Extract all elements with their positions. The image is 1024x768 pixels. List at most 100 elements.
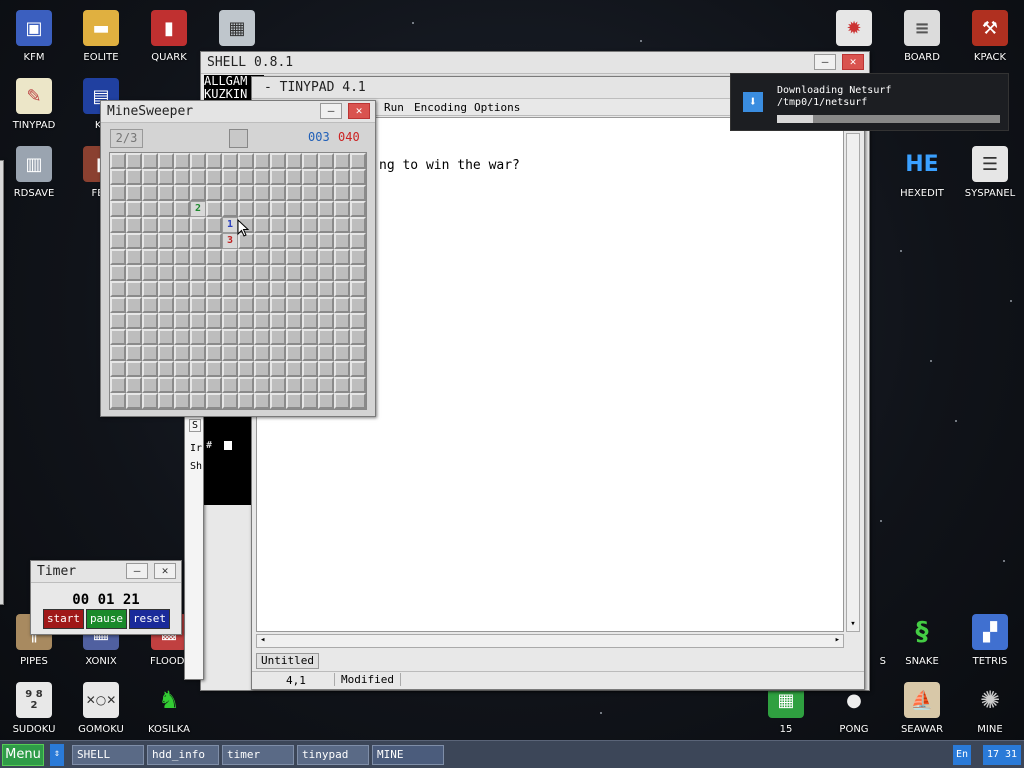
mine-cell[interactable] [222,249,238,265]
mine-cell[interactable] [110,217,126,233]
minesweeper-minimize-button[interactable]: – [320,103,342,119]
mine-cell[interactable] [334,281,350,297]
scroll-right-arrow-icon[interactable]: ▸ [835,635,840,645]
mine-cell[interactable] [270,249,286,265]
mine-cell[interactable] [158,297,174,313]
download-notification[interactable]: ⬇ Downloading Netsurf /tmp0/1/netsurf [730,73,1009,131]
mine-cell[interactable] [334,313,350,329]
mine-cell[interactable] [222,377,238,393]
mine-cell[interactable] [334,153,350,169]
minesweeper-close-button[interactable]: ✕ [348,103,370,119]
mine-cell[interactable] [334,361,350,377]
mine-cell[interactable] [350,313,366,329]
mine-cell[interactable] [286,185,302,201]
minesweeper-face-button[interactable] [229,129,248,148]
mine-cell[interactable] [238,249,254,265]
mine-cell[interactable] [206,393,222,409]
mine-cell[interactable] [254,169,270,185]
mine-cell[interactable] [254,201,270,217]
mine-cell[interactable] [190,185,206,201]
mine-cell[interactable] [286,233,302,249]
mine-cell[interactable] [158,249,174,265]
mine-cell[interactable] [174,313,190,329]
hdd-info-window[interactable]: S Ir Sh [184,410,204,680]
mine-cell[interactable] [158,377,174,393]
mine-cell[interactable] [238,265,254,281]
mine-cell[interactable] [190,377,206,393]
desktop-icon-board[interactable]: ≡ BOARD [888,10,956,63]
mine-cell[interactable] [174,265,190,281]
mine-cell[interactable] [350,249,366,265]
mine-cell[interactable] [350,329,366,345]
timer-close-button[interactable]: ✕ [154,563,176,579]
mine-cell[interactable] [142,233,158,249]
mine-cell[interactable] [174,249,190,265]
mine-cell[interactable] [302,201,318,217]
mine-cell[interactable] [254,185,270,201]
desktop-icon-snake[interactable]: § SNAKE [888,614,956,667]
mine-cell[interactable] [206,345,222,361]
mine-cell[interactable] [206,185,222,201]
mine-cell[interactable] [286,361,302,377]
mine-cell[interactable] [254,329,270,345]
mine-cell[interactable] [286,393,302,409]
mine-cell[interactable] [334,297,350,313]
mine-cell[interactable] [334,233,350,249]
mine-cell[interactable] [286,281,302,297]
mine-cell[interactable] [238,345,254,361]
mine-cell[interactable] [222,313,238,329]
mine-cell[interactable] [302,185,318,201]
mine-cell[interactable] [174,329,190,345]
menu-run[interactable]: Run [384,101,404,114]
mine-cell[interactable] [206,265,222,281]
desktop-icon-kpack[interactable]: ⚒ KPACK [956,10,1024,63]
mine-cell[interactable] [110,329,126,345]
mine-cell[interactable] [110,169,126,185]
tinypad-horizontal-scrollbar[interactable]: ◂ ▸ [256,634,844,648]
desktop-icon-kfm[interactable]: ▣ KFM [0,10,68,63]
mine-cell[interactable] [206,153,222,169]
mine-cell[interactable] [158,313,174,329]
mine-cell[interactable] [302,217,318,233]
mine-cell[interactable] [222,185,238,201]
mine-cell[interactable] [270,217,286,233]
mine-cell[interactable] [158,281,174,297]
mine-cell[interactable] [334,377,350,393]
mine-cell[interactable] [142,345,158,361]
mine-cell[interactable] [142,249,158,265]
mine-cell[interactable] [190,329,206,345]
mine-cell[interactable] [142,313,158,329]
clock[interactable]: 17 31 [983,745,1021,765]
mine-cell-open[interactable]: 2 [190,201,206,217]
mine-cell[interactable] [142,217,158,233]
mine-cell[interactable] [206,249,222,265]
menu-button[interactable]: Menu [2,744,44,766]
timer-start-button[interactable]: start [43,609,84,629]
mine-cell[interactable] [190,345,206,361]
mine-cell[interactable] [238,377,254,393]
mine-cell[interactable] [318,201,334,217]
mine-cell[interactable] [238,201,254,217]
mine-cell[interactable] [174,217,190,233]
mine-cell[interactable] [158,393,174,409]
mine-cell[interactable] [174,297,190,313]
mine-cell[interactable] [174,153,190,169]
mine-cell[interactable] [254,393,270,409]
desktop-icon-bugs[interactable]: ✹ [820,10,888,52]
mine-cell[interactable] [158,329,174,345]
mine-cell[interactable] [334,201,350,217]
mine-cell[interactable] [126,249,142,265]
mine-cell[interactable] [254,153,270,169]
mine-cell[interactable] [286,265,302,281]
mine-cell[interactable] [174,345,190,361]
mine-cell[interactable] [350,345,366,361]
mine-cell[interactable] [222,297,238,313]
mine-cell[interactable] [302,265,318,281]
mine-cell[interactable] [206,313,222,329]
mine-cell[interactable] [286,201,302,217]
mine-cell[interactable] [270,297,286,313]
mine-cell[interactable] [350,185,366,201]
mine-cell[interactable] [158,201,174,217]
mine-cell[interactable] [142,329,158,345]
mine-cell[interactable] [350,265,366,281]
